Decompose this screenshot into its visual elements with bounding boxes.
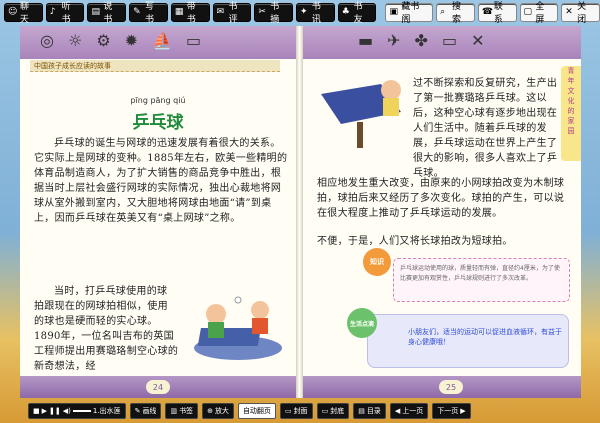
gear-icon: ✹ bbox=[124, 31, 139, 50]
stop-icon[interactable]: ■ bbox=[33, 407, 40, 415]
life-tips-badge: 生活点滴 bbox=[347, 308, 377, 338]
fullscreen-button[interactable]: ▢ 全屏 bbox=[519, 2, 559, 25]
excerpt-icon: ✂ bbox=[258, 7, 266, 17]
pen-icon: ✎ bbox=[134, 406, 141, 415]
bookmark-icon: ▥ bbox=[170, 406, 178, 415]
zoom-icon: ⊕ bbox=[207, 406, 213, 415]
prev-icon: ◀ bbox=[394, 406, 401, 415]
search-icon: ⌕ bbox=[440, 7, 446, 17]
right-paragraph-2: 相应地发生重大改变，由原来的小网球拍改变为木制球拍，球拍后来又经历了多次变化。球… bbox=[317, 178, 565, 219]
book-spine bbox=[296, 26, 303, 398]
right-paragraph-3: 不便，于是，人们又将长球拍改为短球拍。 bbox=[317, 236, 513, 247]
knowledge-box: 乒乓球运动使用的球，质量轻而有弹，直径约4厘米，为了使比赛更加有观赏性，乒乓球规… bbox=[393, 258, 570, 302]
right-paragraph-1: 过不断探索和反复研究，生产出了第一批赛璐珞乒乓球。这以后，这种空心球有逐步地出现… bbox=[413, 78, 558, 179]
right-page-header-band: ▬ ✈ ✤ ▭ ✕ bbox=[303, 26, 581, 59]
back-cover-icon: ▭ bbox=[321, 406, 329, 415]
cover-icon: ▭ bbox=[284, 406, 292, 415]
book-icon: ▤ bbox=[91, 7, 100, 17]
pause-icon[interactable]: ❚❚ bbox=[49, 407, 61, 415]
listen-button[interactable]: ♪ 听书 bbox=[45, 2, 85, 25]
back-cover-button[interactable]: ▭ 封底 bbox=[316, 402, 350, 419]
search-button[interactable]: ⌕ 搜索 bbox=[436, 2, 475, 25]
ping-pong-table-illustration bbox=[194, 296, 282, 360]
chat-icon: ☺ bbox=[8, 7, 18, 17]
helicopter-icon: ✤ bbox=[414, 31, 428, 50]
contents-icon: ▤ bbox=[358, 406, 365, 415]
bag-icon: ▦ bbox=[174, 7, 184, 17]
life-tips-text: 小朋友们，适当的运动可以促进血液循环，有益于身心健康哦！ bbox=[408, 328, 562, 346]
sailboat-icon: ⛵ bbox=[152, 31, 172, 50]
kids-table-illustration bbox=[321, 80, 401, 148]
pen-icon: ✎ bbox=[133, 7, 141, 17]
contents-button[interactable]: ▤ 目录 bbox=[353, 402, 386, 419]
left-paragraph-3: 1890年，一位名叫吉布的英国工程师提出用赛璐珞制空心球的新奇想法，经 bbox=[34, 331, 179, 372]
friends-icon: ♣ bbox=[341, 7, 350, 17]
review-button[interactable]: ✉ 书评 bbox=[212, 2, 252, 25]
left-header-icons: ◎ ☼ ⚙ ✹ ⛵ ▭ bbox=[40, 31, 201, 50]
bottom-toolbar: ■ ▶ ❚❚ ◀) 1.出水莲 ✎ 画线 ▥ 书签 ⊕ 放大 自动翻页 ▭ 封面 ▭ 封底… bbox=[0, 398, 600, 423]
auto-flip-button[interactable]: 自动翻页 bbox=[237, 402, 276, 419]
book-series-title: 中国孩子成长应读的故事 bbox=[34, 62, 111, 70]
friends-button[interactable]: ♣ 书友 bbox=[337, 2, 377, 25]
voice-select[interactable]: 1.出水莲 bbox=[93, 406, 121, 416]
right-header-icons: ▬ ✈ ✤ ▭ ✕ bbox=[358, 31, 484, 50]
bus-icon: ▭ bbox=[185, 31, 202, 50]
news-icon: ✦ bbox=[300, 7, 308, 17]
drum-icon: ◎ bbox=[40, 31, 54, 50]
windmill-icon: ✕ bbox=[471, 31, 485, 50]
speak-button[interactable]: ▤ 说书 bbox=[87, 2, 127, 25]
left-paragraph-1: 乒乓球的诞生与网球的迅速发展有着很大的关系。它实际上是网球的变种。1885年左右… bbox=[34, 138, 288, 224]
chat-button[interactable]: ☺ 聊天 bbox=[4, 2, 43, 25]
fullscreen-icon: ▢ bbox=[523, 7, 533, 17]
bookmark-button[interactable]: ▥ 书签 bbox=[165, 402, 199, 419]
headphone-icon: ♪ bbox=[49, 7, 56, 17]
library-button[interactable]: ▣ 藏书阁 bbox=[385, 2, 434, 25]
top-toolbar: ☺ 聊天 ♪ 听书 ▤ 说书 ✎ 写书 ▦ 带书 ✉ 书评 ✂ 书摘 ✦ 书讯 ♣ 书友 ▣ 藏书阁… bbox=[0, 0, 600, 25]
prev-page-button[interactable]: ◀ 上一页 bbox=[389, 402, 429, 419]
computer-icon: ▭ bbox=[441, 31, 458, 50]
right-page[interactable]: ▬ ✈ ✤ ▭ ✕ 过不断探索和反复研究，生产出了第一批赛璐珞乒乓球。这以后，这… bbox=[303, 26, 581, 398]
contact-icon: ☎ bbox=[481, 7, 494, 17]
right-page-number: 25 bbox=[439, 380, 463, 394]
airplane-icon: ✈ bbox=[387, 31, 401, 50]
draw-line-button[interactable]: ✎ 画线 bbox=[129, 402, 162, 419]
tricycle-icon: ⚙ bbox=[96, 31, 111, 50]
write-button[interactable]: ✎ 写书 bbox=[129, 2, 168, 25]
knowledge-badge: 知识 bbox=[363, 248, 391, 276]
left-page[interactable]: ◎ ☼ ⚙ ✹ ⛵ ▭ 中国孩子成长应读的故事 pīng pāng qiú 乒乓… bbox=[20, 26, 296, 398]
book-spread: ◎ ☼ ⚙ ✹ ⛵ ▭ 中国孩子成长应读的故事 pīng pāng qiú 乒乓… bbox=[20, 26, 581, 398]
page-title: 乒乓球 bbox=[132, 113, 184, 133]
library-icon: ▣ bbox=[389, 7, 398, 17]
sun-icon: ☼ bbox=[67, 31, 83, 50]
media-controls: ■ ▶ ❚❚ ◀) 1.出水莲 bbox=[28, 402, 126, 419]
zoom-button[interactable]: ⊕ 放大 bbox=[202, 402, 234, 419]
volume-slider[interactable] bbox=[72, 409, 91, 412]
left-paragraph-2: 当时，打乒乓球使用的球拍跟现在的网球拍相似，使用的球也是硬而轻的实心球。 bbox=[34, 286, 168, 327]
title-pinyin: pīng pāng qiú bbox=[130, 96, 186, 105]
excerpt-button[interactable]: ✂ 书摘 bbox=[254, 2, 294, 25]
contact-button[interactable]: ☎ 联系 bbox=[477, 2, 517, 25]
bring-button[interactable]: ▦ 带书 bbox=[170, 2, 210, 25]
life-tips-box: 小朋友们，适当的运动可以促进血液循环，有益于身心健康哦！ bbox=[367, 314, 569, 368]
side-category-tab[interactable]: 青 年 文 化 的 家 园 bbox=[561, 66, 581, 161]
close-icon: ✕ bbox=[565, 7, 573, 17]
left-page-number: 24 bbox=[146, 380, 170, 394]
volume-icon[interactable]: ◀) bbox=[63, 407, 71, 415]
next-page-button[interactable]: 下一页 ▶ bbox=[432, 402, 471, 419]
knowledge-text: 乒乓球运动使用的球，质量轻而有弹，直径约4厘米，为了使比赛更加有观赏性，乒乓球规… bbox=[400, 265, 560, 282]
left-page-header-band: ◎ ☼ ⚙ ✹ ⛵ ▭ bbox=[20, 26, 296, 59]
news-button[interactable]: ✦ 书讯 bbox=[296, 2, 335, 25]
next-icon: ▶ bbox=[460, 406, 466, 415]
play-icon[interactable]: ▶ bbox=[42, 407, 47, 415]
car-icon: ▬ bbox=[358, 31, 374, 50]
review-icon: ✉ bbox=[216, 7, 225, 17]
close-button[interactable]: ✕ 关闭 bbox=[561, 2, 600, 25]
cover-button[interactable]: ▭ 封面 bbox=[279, 402, 313, 419]
